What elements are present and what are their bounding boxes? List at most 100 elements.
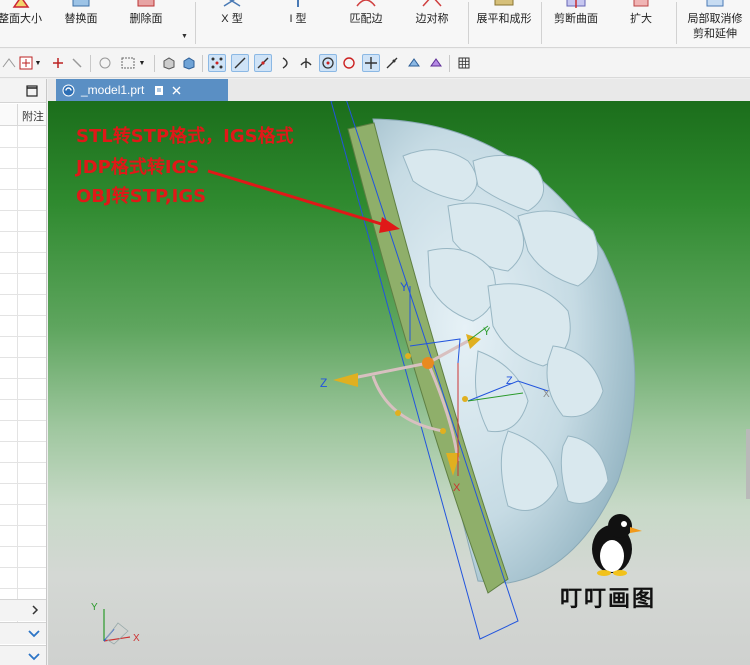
list-row[interactable] <box>0 336 46 337</box>
ribbon-separator <box>676 2 677 44</box>
quadrant-point-glyph-icon <box>343 57 355 69</box>
list-row[interactable] <box>0 273 46 274</box>
list-row[interactable] <box>0 588 46 589</box>
shaded-view-icon[interactable] <box>160 54 178 72</box>
snap-glyph-icon <box>2 58 16 68</box>
list-row[interactable] <box>0 483 46 484</box>
arc-center-glyph-icon <box>322 57 334 69</box>
list-row[interactable] <box>0 546 46 547</box>
list-row[interactable] <box>0 357 46 358</box>
more-dropdown-icon[interactable]: ▼ <box>181 33 188 40</box>
arc-center-icon[interactable] <box>319 54 337 72</box>
collapse-section[interactable] <box>0 645 46 665</box>
list-row[interactable] <box>0 168 46 169</box>
point-filter-icon[interactable] <box>17 54 35 72</box>
replace-face-icon <box>72 0 90 7</box>
select-feature-icon[interactable] <box>96 54 114 72</box>
quadrant-point-icon[interactable] <box>340 54 358 72</box>
ribbon: 整面大小 替换面 删除面 ▼ X 型 I 型 匹配边 边对称 展平和成形 剪断曲… <box>0 0 750 48</box>
annotation-line-1: STL转STP格式，IGS格式 <box>76 126 294 147</box>
resize-face-button[interactable]: 整面大小 <box>0 0 42 46</box>
chevron-down-icon[interactable] <box>28 652 40 662</box>
flatten-form-icon <box>494 0 514 6</box>
list-row[interactable] <box>0 315 46 316</box>
maximize-icon[interactable] <box>26 85 38 97</box>
control-point-icon[interactable] <box>277 54 295 72</box>
panel-header <box>0 79 46 103</box>
i-form-icon <box>297 0 299 7</box>
resize-face-icon <box>12 0 30 8</box>
rectangle-select-icon[interactable] <box>119 54 137 72</box>
point-on-curve-icon[interactable] <box>383 54 401 72</box>
bounded-grid-icon[interactable] <box>427 54 445 72</box>
snap-icon[interactable] <box>0 54 18 72</box>
endpoint-icon[interactable] <box>231 54 249 72</box>
solid-cube-icon[interactable] <box>180 54 198 72</box>
toolbar-separator <box>202 55 203 72</box>
point-on-curve-glyph-icon <box>386 57 398 69</box>
pick-icon[interactable] <box>68 54 86 72</box>
flatten-form-button[interactable]: 展平和成形 <box>474 0 534 46</box>
toolbar-separator <box>154 55 155 72</box>
point-filter-dropdown-icon[interactable]: ▼ <box>34 54 42 72</box>
close-icon[interactable] <box>172 86 181 95</box>
move-point-icon[interactable] <box>49 54 67 72</box>
list-row[interactable] <box>0 441 46 442</box>
split-surface-button[interactable]: 剪断曲面 <box>550 0 602 46</box>
grid-icon[interactable] <box>455 54 473 72</box>
endpoint-glyph-icon <box>234 57 246 69</box>
list-row[interactable] <box>0 525 46 526</box>
point-on-face-glyph-icon <box>408 58 420 67</box>
pick-glyph-icon <box>72 58 82 68</box>
snap-points-icon[interactable] <box>208 54 226 72</box>
control-point-glyph-icon <box>282 57 288 69</box>
toolbar-separator <box>90 55 91 72</box>
list-row[interactable] <box>0 231 46 232</box>
chevron-right-icon[interactable] <box>30 605 40 615</box>
list-row[interactable] <box>0 210 46 211</box>
annotation-line-3: OBJ转STP,IGS <box>76 186 207 207</box>
x-form-icon <box>223 0 241 7</box>
edge-symmetry-icon <box>422 0 442 7</box>
list-row[interactable] <box>0 294 46 295</box>
part-navigator-panel: 附注 <box>0 79 47 665</box>
local-untrim-button[interactable]: 局部取消修 剪和延伸 <box>683 0 747 46</box>
viewport-edge-handle[interactable] <box>746 429 750 499</box>
i-form-button[interactable]: I 型 <box>278 0 318 46</box>
grid-glyph-icon <box>458 57 470 69</box>
delete-face-button[interactable]: 删除面 <box>125 0 167 46</box>
point-on-face-icon[interactable] <box>405 54 423 72</box>
x-form-button[interactable]: X 型 <box>212 0 252 46</box>
existing-point-icon[interactable] <box>362 54 380 72</box>
rectangle-select-glyph-icon <box>121 57 135 69</box>
replace-face-button[interactable]: 替换面 <box>58 0 104 46</box>
list-row[interactable] <box>0 378 46 379</box>
axis-label-y: Y <box>483 326 491 338</box>
move-point-glyph-icon <box>53 58 63 68</box>
column-header-notes: 附注 <box>22 111 44 123</box>
list-row[interactable] <box>0 252 46 253</box>
tab-model1[interactable]: _model1.prt <box>56 79 228 101</box>
collapse-section[interactable] <box>0 622 46 644</box>
chevron-down-icon[interactable] <box>28 629 40 639</box>
list-row[interactable] <box>0 504 46 505</box>
list-row[interactable] <box>0 147 46 148</box>
list-row[interactable] <box>0 189 46 190</box>
axis-label-x: X <box>543 389 550 400</box>
column-header[interactable]: 附注 <box>0 104 46 126</box>
list-row[interactable] <box>0 567 46 568</box>
scroll-bar[interactable] <box>0 599 46 621</box>
enlarge-button[interactable]: 扩大 <box>624 0 658 46</box>
modified-document-icon <box>155 85 164 95</box>
intersection-icon[interactable] <box>297 54 315 72</box>
edge-symmetry-button[interactable]: 边对称 <box>410 0 454 46</box>
list-row[interactable] <box>0 462 46 463</box>
rectangle-select-dropdown-icon[interactable]: ▼ <box>138 54 146 72</box>
selection-toolbar: ▼ ▼ <box>0 49 750 78</box>
graphics-viewport[interactable]: Y Y Z Z X X Y X STL转STP格式，IGS格式 JDP格式转IG… <box>48 101 750 665</box>
match-edge-button[interactable]: 匹配边 <box>344 0 388 46</box>
intersection-glyph-icon <box>300 58 312 68</box>
midpoint-icon[interactable] <box>254 54 272 72</box>
list-row[interactable] <box>0 399 46 400</box>
list-row[interactable] <box>0 420 46 421</box>
